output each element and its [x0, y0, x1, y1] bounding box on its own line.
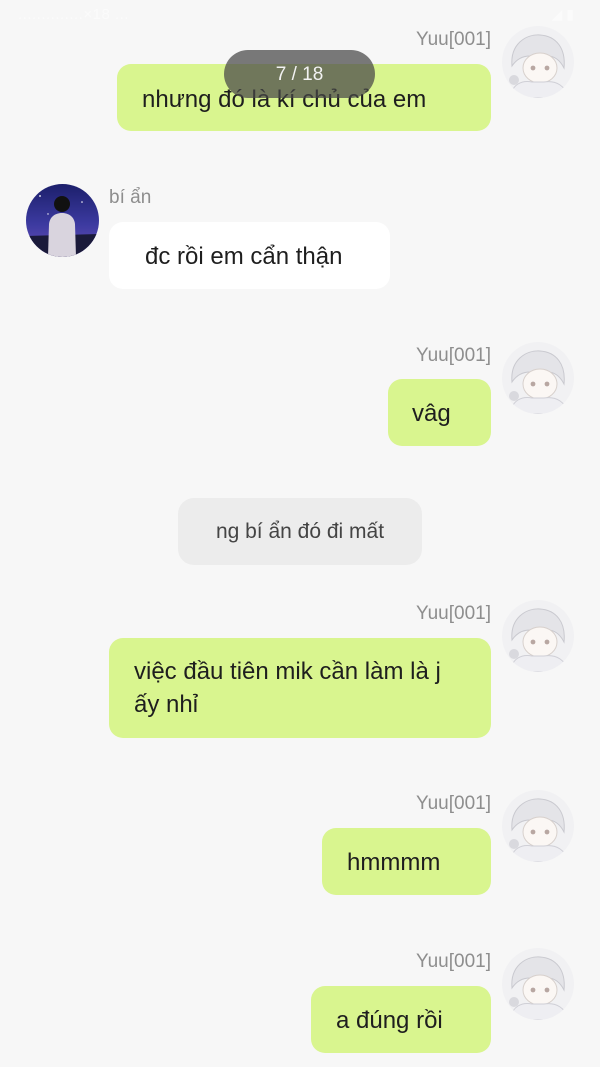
message-bubble[interactable]: vâg: [388, 379, 491, 446]
sender-name: Yuu[001]: [415, 29, 491, 50]
user-avatar-icon[interactable]: [502, 342, 574, 414]
message-bubble[interactable]: việc đầu tiên mik cần làm là j ấy nhỉ: [109, 638, 491, 738]
status-bar-text: ..............×18 ...: [18, 6, 129, 23]
message-bubble[interactable]: a đúng rồi: [311, 986, 491, 1053]
user-avatar-icon[interactable]: [502, 26, 574, 98]
sender-name: Yuu[001]: [415, 345, 491, 366]
status-bar: ..............×18 ... ◢ ▮: [0, 0, 600, 30]
page-indicator: 7 / 18: [224, 50, 375, 98]
user-avatar-icon[interactable]: [502, 600, 574, 672]
sender-name: Yuu[001]: [415, 793, 491, 814]
contact-avatar-icon[interactable]: [26, 184, 99, 257]
user-avatar-icon[interactable]: [502, 948, 574, 1020]
message-bubble[interactable]: hmmmm: [322, 828, 491, 895]
signal-battery-icon: ◢ ▮: [551, 6, 574, 22]
sender-name: bí ẩn: [109, 187, 152, 208]
user-avatar-icon[interactable]: [502, 790, 574, 862]
sender-name: Yuu[001]: [415, 603, 491, 624]
sender-name: Yuu[001]: [415, 951, 491, 972]
system-note: ng bí ẩn đó đi mất: [178, 498, 422, 565]
message-bubble[interactable]: đc rồi em cẩn thận: [109, 222, 390, 289]
